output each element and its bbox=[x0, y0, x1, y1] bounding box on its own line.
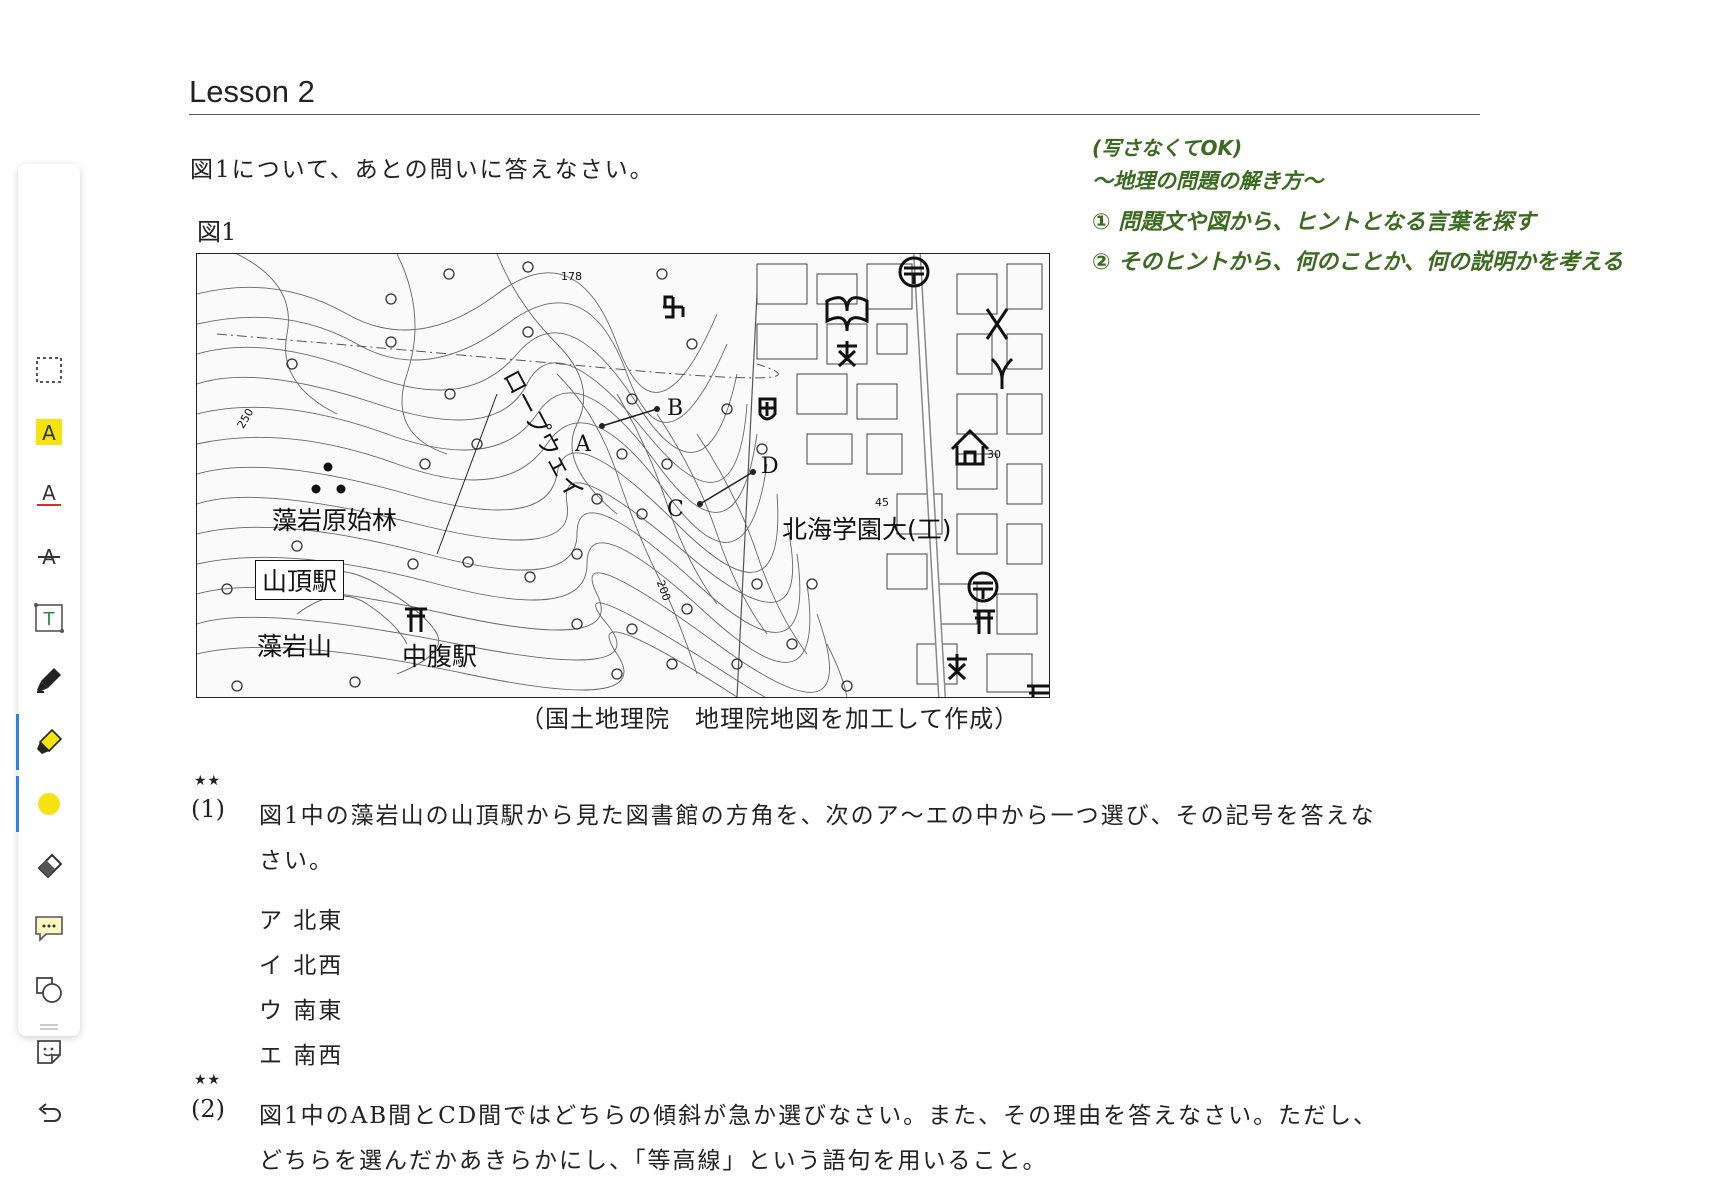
nursing-home-icon bbox=[950, 428, 990, 466]
intro-instruction: 図1について、あとの問いに答えなさい。 bbox=[190, 157, 655, 183]
question-text: 図1中のAB間とCD間ではどちらの傾斜が急か選びなさい。また、その理由を答えなさ… bbox=[259, 1103, 1379, 1129]
answer-option: ウ 南東 bbox=[259, 998, 344, 1024]
undo-icon bbox=[38, 1103, 61, 1122]
highlight-text-icon: A bbox=[36, 419, 62, 445]
question-text: 図1中の藻岩山の山頂駅から見た図書館の方角を、次のア～エの中から一つ選び、その記… bbox=[259, 803, 1376, 829]
select-tool-button[interactable] bbox=[18, 342, 80, 398]
question-number: (1) bbox=[191, 795, 225, 823]
shrine-icon bbox=[973, 609, 995, 634]
color-picker-button[interactable] bbox=[16, 776, 80, 832]
svg-text:A: A bbox=[42, 481, 56, 505]
map-point-b: B bbox=[667, 396, 684, 421]
annotation-toolbar: A A A T bbox=[16, 164, 80, 1122]
marquee-select-icon bbox=[36, 357, 62, 383]
answer-option: エ 南西 bbox=[259, 1043, 344, 1069]
note-line: ② そのヒントから、何のことか、何の説明かを考える bbox=[1092, 250, 1624, 275]
highlighter-icon bbox=[37, 728, 63, 754]
underline-tool-button[interactable]: A bbox=[18, 466, 80, 522]
map-point-a: A bbox=[575, 432, 591, 457]
fire-station-icon bbox=[990, 357, 1014, 389]
question-number: (2) bbox=[191, 1095, 225, 1123]
color-swatch-icon bbox=[38, 793, 60, 815]
map-point-c: C bbox=[667, 497, 684, 522]
strikethrough-icon: A bbox=[38, 545, 60, 569]
sticker-tool-button[interactable] bbox=[18, 1024, 80, 1080]
figure-caption: （国土地理院 地理院地図を加工して作成） bbox=[520, 705, 1020, 733]
eraser-tool-button[interactable] bbox=[18, 838, 80, 894]
eraser-icon bbox=[37, 853, 63, 879]
note-line: 〜地理の問題の解き方〜 bbox=[1092, 169, 1323, 193]
shrine-icon bbox=[405, 607, 427, 632]
pen-icon bbox=[37, 668, 61, 693]
lesson-title: Lesson 2 bbox=[189, 74, 315, 109]
school-icon bbox=[837, 341, 857, 368]
topographic-map: ロープウェイ 藻岩原始林 山頂駅 藻岩山 中腹駅 北海学園大(工) A B C … bbox=[196, 253, 1050, 698]
question-text: どちらを選んだかあきらかにし、「等高線」という語句を用いること。 bbox=[259, 1148, 1048, 1174]
text-box-icon: T bbox=[34, 603, 64, 633]
undo-button[interactable] bbox=[18, 1086, 80, 1142]
title-divider bbox=[189, 114, 1480, 115]
map-point-d: D bbox=[761, 454, 779, 479]
shrine-icon bbox=[1027, 684, 1049, 697]
map-label-university: 北海学園大(工) bbox=[782, 515, 952, 544]
note-line: ① 問題文や図から、ヒントとなる言葉を探す bbox=[1092, 210, 1536, 235]
map-label-summit-station: 山頂駅 bbox=[255, 560, 345, 600]
map-elevation-178: 178 bbox=[561, 270, 582, 283]
shape-tool-button[interactable] bbox=[18, 962, 80, 1018]
shapes-icon bbox=[36, 977, 62, 1003]
svg-text:T: T bbox=[43, 609, 56, 630]
map-elevation-45: 45 bbox=[875, 496, 889, 509]
text-box-tool-button[interactable]: T bbox=[18, 590, 80, 646]
toolbar-grip-handle[interactable] bbox=[40, 1016, 58, 1030]
library-icon bbox=[825, 296, 869, 332]
grip-icon bbox=[40, 1024, 58, 1030]
map-label-mid-station: 中腹駅 bbox=[402, 642, 478, 671]
hospital-icon bbox=[758, 397, 777, 421]
post-office-icon bbox=[967, 571, 999, 603]
map-elevation-30: 30 bbox=[987, 448, 1001, 461]
difficulty-stars: ★★ bbox=[194, 773, 222, 789]
answer-option: イ 北西 bbox=[259, 953, 344, 979]
underline-text-icon: A bbox=[37, 481, 61, 506]
svg-text:A: A bbox=[42, 421, 56, 445]
sticker-icon bbox=[37, 1040, 61, 1064]
comment-tool-button[interactable] bbox=[18, 900, 80, 956]
pen-tool-button[interactable] bbox=[18, 652, 80, 708]
map-label-forest: 藻岩原始林 bbox=[272, 506, 398, 535]
note-line: (写さなくてOK) bbox=[1092, 136, 1243, 160]
highlight-text-tool-button[interactable]: A bbox=[18, 404, 80, 460]
temple-icon bbox=[663, 295, 685, 319]
difficulty-stars: ★★ bbox=[194, 1072, 222, 1088]
map-label-mountain: 藻岩山 bbox=[257, 632, 333, 661]
highlighter-tool-button[interactable] bbox=[16, 714, 80, 770]
comment-icon bbox=[35, 916, 63, 942]
strikethrough-tool-button[interactable]: A bbox=[18, 528, 80, 584]
question-text: さい。 bbox=[259, 848, 334, 874]
figure-label: 図1 bbox=[197, 218, 237, 246]
answer-option: ア 北東 bbox=[259, 908, 344, 934]
